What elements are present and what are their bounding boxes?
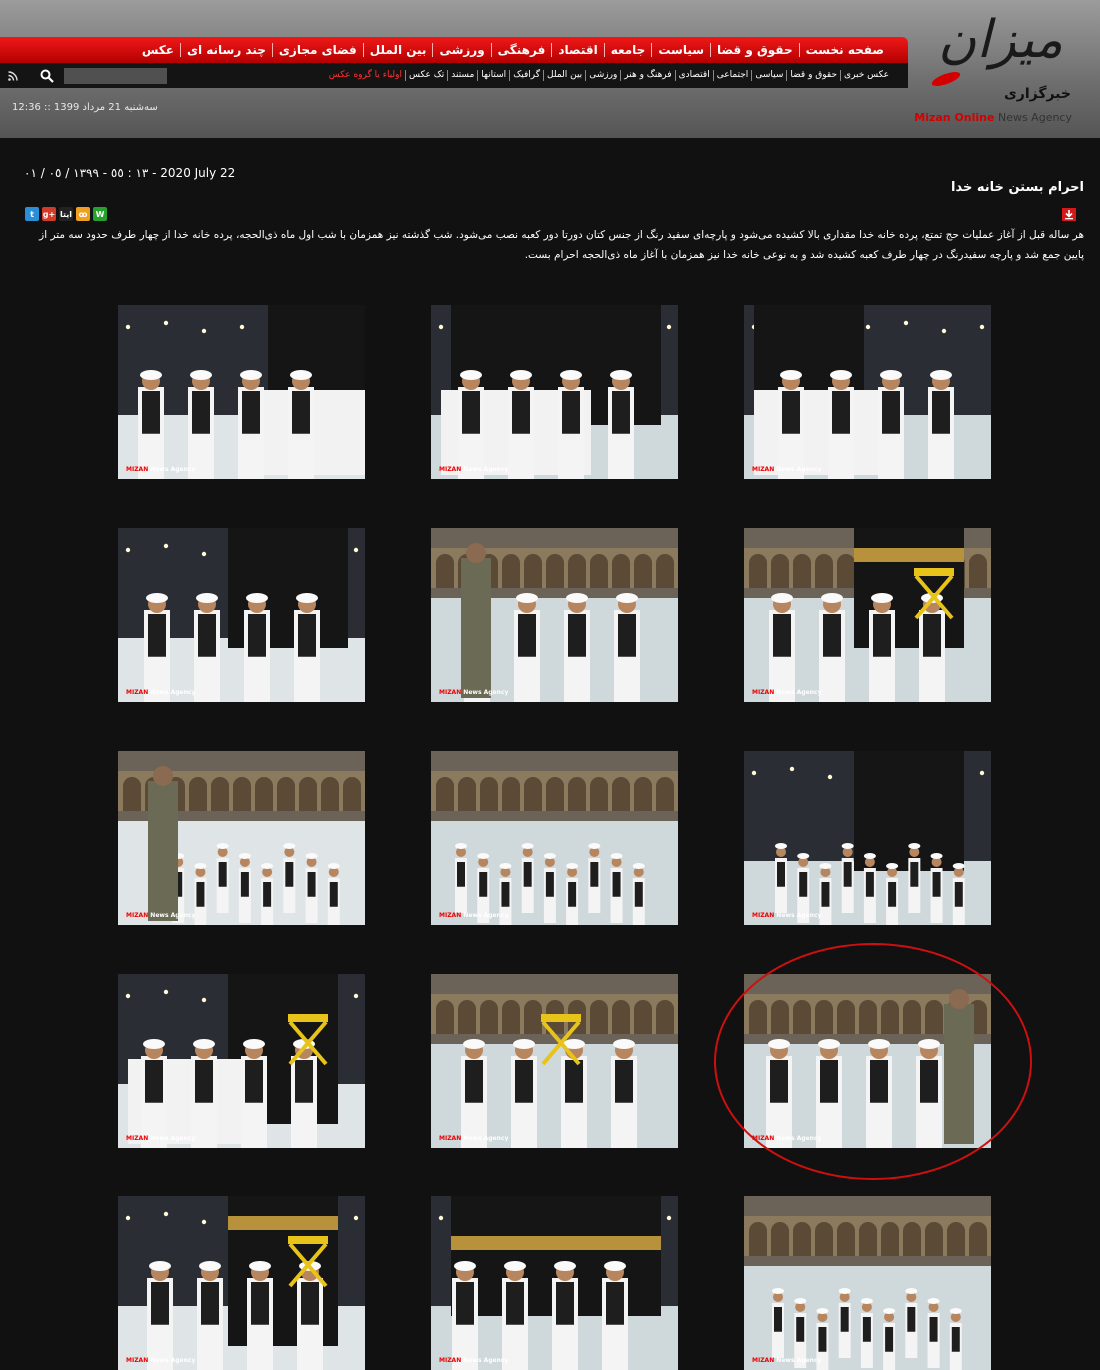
- gallery-photo[interactable]: MIZAN News Agency: [744, 305, 991, 479]
- gallery-photo[interactable]: MIZAN News Agency: [118, 1196, 365, 1370]
- gallery-photo[interactable]: MIZAN News Agency: [744, 751, 991, 925]
- photo-watermark-bold: MIZAN: [126, 912, 149, 919]
- photo-watermark: MIZAN News Agency: [439, 466, 508, 473]
- photo-watermark-bold: MIZAN: [439, 1135, 462, 1142]
- photo-watermark: MIZAN News Agency: [439, 912, 508, 919]
- photo-watermark-bold: MIZAN: [752, 466, 775, 473]
- photo-watermark: MIZAN News Agency: [752, 466, 821, 473]
- gallery-photo[interactable]: MIZAN News Agency: [118, 974, 365, 1148]
- photo-watermark-rest: News Agency: [461, 1135, 509, 1142]
- photo-watermark-rest: News Agency: [148, 1135, 196, 1142]
- photo-watermark-rest: News Agency: [148, 912, 196, 919]
- photo-watermark-rest: News Agency: [461, 1357, 509, 1364]
- gallery-photo[interactable]: MIZAN News Agency: [431, 751, 678, 925]
- photo-watermark: MIZAN News Agency: [752, 1357, 821, 1364]
- photo-watermark-bold: MIZAN: [439, 466, 462, 473]
- photo-watermark-bold: MIZAN: [126, 466, 149, 473]
- photo-watermark: MIZAN News Agency: [752, 689, 821, 696]
- gallery-photo[interactable]: MIZAN News Agency: [431, 974, 678, 1148]
- photo-watermark-rest: News Agency: [148, 466, 196, 473]
- highlight-circle: [714, 943, 1032, 1180]
- photo-watermark-bold: MIZAN: [126, 1357, 149, 1364]
- photo-watermark: MIZAN News Agency: [126, 912, 195, 919]
- gallery-photo[interactable]: MIZAN News Agency: [118, 528, 365, 702]
- gallery-photo[interactable]: MIZAN News Agency: [431, 528, 678, 702]
- photo-watermark-rest: News Agency: [774, 689, 822, 696]
- photo-watermark: MIZAN News Agency: [126, 1357, 195, 1364]
- photo-watermark: MIZAN News Agency: [752, 912, 821, 919]
- gallery-photo[interactable]: MIZAN News Agency: [431, 305, 678, 479]
- photo-watermark-rest: News Agency: [461, 466, 509, 473]
- photo-watermark-rest: News Agency: [148, 1357, 196, 1364]
- photo-watermark: MIZAN News Agency: [439, 689, 508, 696]
- photo-watermark: MIZAN News Agency: [439, 1135, 508, 1142]
- photo-watermark-bold: MIZAN: [752, 1357, 775, 1364]
- gallery-photo[interactable]: MIZAN News Agency: [118, 305, 365, 479]
- photo-watermark-bold: MIZAN: [439, 689, 462, 696]
- photo-watermark-bold: MIZAN: [752, 912, 775, 919]
- photo-watermark-rest: News Agency: [461, 689, 509, 696]
- photo-watermark-rest: News Agency: [461, 912, 509, 919]
- gallery-photo[interactable]: MIZAN News Agency: [118, 751, 365, 925]
- photo-watermark-bold: MIZAN: [752, 689, 775, 696]
- photo-watermark-rest: News Agency: [774, 1357, 822, 1364]
- photo-watermark-rest: News Agency: [774, 912, 822, 919]
- photo-watermark-rest: News Agency: [148, 689, 196, 696]
- photo-watermark-bold: MIZAN: [439, 912, 462, 919]
- photo-watermark: MIZAN News Agency: [126, 1135, 195, 1142]
- gallery-photo[interactable]: MIZAN News Agency: [744, 528, 991, 702]
- photo-watermark-bold: MIZAN: [126, 689, 149, 696]
- photo-watermark-rest: News Agency: [774, 466, 822, 473]
- photo-watermark-bold: MIZAN: [126, 1135, 149, 1142]
- photo-watermark: MIZAN News Agency: [126, 689, 195, 696]
- photo-watermark-bold: MIZAN: [439, 1357, 462, 1364]
- photo-watermark: MIZAN News Agency: [126, 466, 195, 473]
- gallery-photo[interactable]: MIZAN News Agency: [431, 1196, 678, 1370]
- gallery-photo[interactable]: MIZAN News Agency: [744, 1196, 991, 1370]
- photo-watermark: MIZAN News Agency: [439, 1357, 508, 1364]
